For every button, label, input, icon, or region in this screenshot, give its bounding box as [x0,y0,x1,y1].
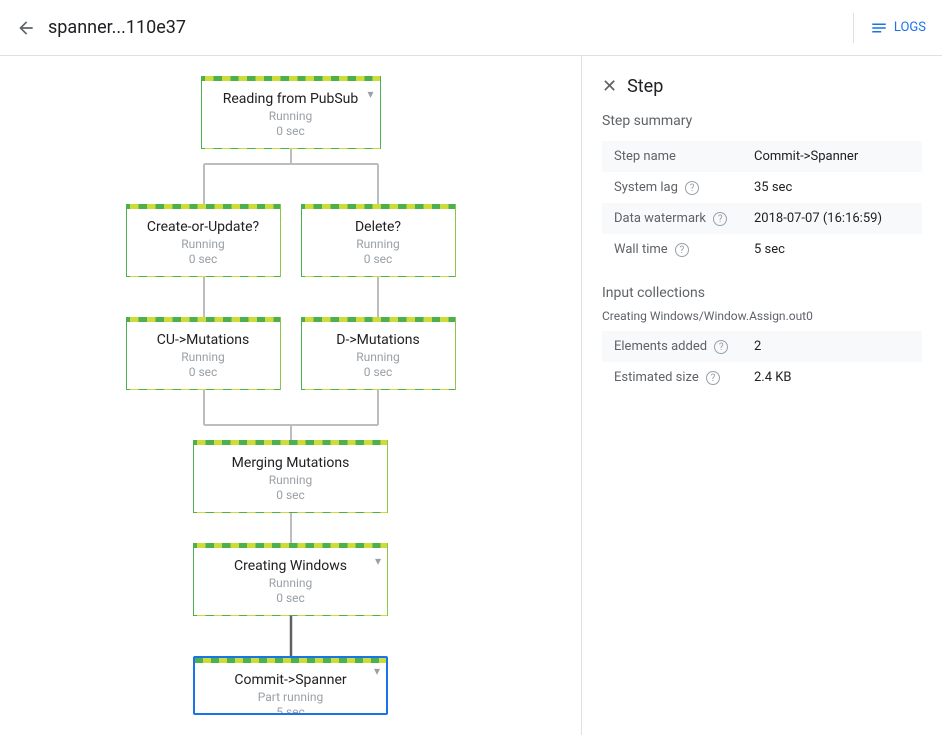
node-name: Delete? [318,219,439,235]
summary-table: Step name Commit->Spanner System lag ? 3… [602,141,922,265]
page-title: spanner...110e37 [48,17,837,38]
node-name: Creating Windows [210,558,371,574]
connector-merge [141,390,441,440]
node-name: Create-or-Update? [143,219,264,235]
help-icon[interactable]: ? [714,340,728,354]
node-time: 0 sec [210,591,371,605]
node-time: 0 sec [143,252,264,266]
summary-key: Data watermark ? [602,203,742,234]
collection-row-elements: Elements added ? 2 [602,331,922,362]
collection-value: 2 [742,331,922,362]
input-collections-label: Input collections [602,285,922,301]
node-status: Running [218,109,364,123]
connector-split1 [141,149,441,204]
help-icon[interactable]: ? [675,243,689,257]
step-panel: ✕ Step Step summary Step name Commit->Sp… [582,56,942,735]
split-row-2: CU->Mutations Running 0 sec D->Mutations… [91,317,491,390]
collection-table: Elements added ? 2 Estimated size ? 2.4 … [602,331,922,393]
node-cu-mutations[interactable]: CU->Mutations Running 0 sec [126,317,281,390]
node-status: Running [143,237,264,251]
node-name: Commit->Spanner [211,672,370,688]
summary-value: 35 sec [742,172,922,203]
summary-value: Commit->Spanner [742,141,922,172]
main-content: ▾ Reading from PubSub Running 0 sec Crea… [0,56,942,735]
back-button[interactable] [16,18,36,38]
node-reading-pubsub[interactable]: ▾ Reading from PubSub Running 0 sec [201,76,381,149]
connector-v1 [286,513,296,543]
step-panel-title: Step [627,76,663,97]
node-name: D->Mutations [318,332,439,348]
node-commit-spanner[interactable]: ▾ Commit->Spanner Part running 5 sec [193,656,388,715]
logs-icon [870,19,888,37]
node-status: Running [143,350,264,364]
node-creating-windows[interactable]: ▾ Creating Windows Running 0 sec [193,543,388,616]
collection-name: Creating Windows/Window.Assign.out0 [602,309,922,323]
logs-label: LOGS [894,20,926,35]
expand-icon[interactable]: ▾ [375,554,381,568]
node-merging-mutations[interactable]: Merging Mutations Running 0 sec [193,440,388,513]
node-status: Running [210,473,371,487]
node-time: 0 sec [318,252,439,266]
node-time: 0 sec [218,124,364,138]
collection-key: Elements added ? [602,331,742,362]
summary-key: System lag ? [602,172,742,203]
summary-key: Wall time ? [602,234,742,265]
summary-row-system-lag: System lag ? 35 sec [602,172,922,203]
node-name: Merging Mutations [210,455,371,471]
summary-row-wall-time: Wall time ? 5 sec [602,234,922,265]
node-delete[interactable]: Delete? Running 0 sec [301,204,456,277]
summary-row-data-watermark: Data watermark ? 2018-07-07 (16:16:59) [602,203,922,234]
collection-key: Estimated size ? [602,362,742,393]
summary-row-step-name: Step name Commit->Spanner [602,141,922,172]
close-button[interactable]: ✕ [602,76,617,97]
node-status: Part running [211,690,370,704]
split-row-1: Create-or-Update? Running 0 sec Delete? … [91,204,491,277]
node-time: 0 sec [210,488,371,502]
help-icon[interactable]: ? [685,181,699,195]
node-create-or-update[interactable]: Create-or-Update? Running 0 sec [126,204,281,277]
expand-icon[interactable]: ▾ [367,87,373,101]
node-status: Running [318,350,439,364]
connector-split2 [141,277,441,317]
summary-key: Step name [602,141,742,172]
header-divider [853,13,854,43]
node-status: Running [318,237,439,251]
pipeline-panel: ▾ Reading from PubSub Running 0 sec Crea… [0,56,582,735]
step-summary-label: Step summary [602,113,922,129]
logs-button[interactable]: LOGS [870,19,926,37]
node-time: 5 sec [211,705,370,715]
help-icon[interactable]: ? [713,212,727,226]
summary-value: 5 sec [742,234,922,265]
expand-icon[interactable]: ▾ [374,664,380,678]
summary-value: 2018-07-07 (16:16:59) [742,203,922,234]
node-d-mutations[interactable]: D->Mutations Running 0 sec [301,317,456,390]
header: spanner...110e37 LOGS [0,0,942,56]
collection-value: 2.4 KB [742,362,922,393]
collection-row-size: Estimated size ? 2.4 KB [602,362,922,393]
striped-top [195,658,386,663]
pipeline-graph: ▾ Reading from PubSub Running 0 sec Crea… [91,76,491,715]
node-time: 0 sec [143,365,264,379]
connector-v2 [286,616,296,656]
node-status: Running [210,576,371,590]
help-icon[interactable]: ? [706,371,720,385]
node-name: CU->Mutations [143,332,264,348]
node-name: Reading from PubSub [218,91,364,107]
step-panel-header: ✕ Step [602,76,922,97]
node-time: 0 sec [318,365,439,379]
